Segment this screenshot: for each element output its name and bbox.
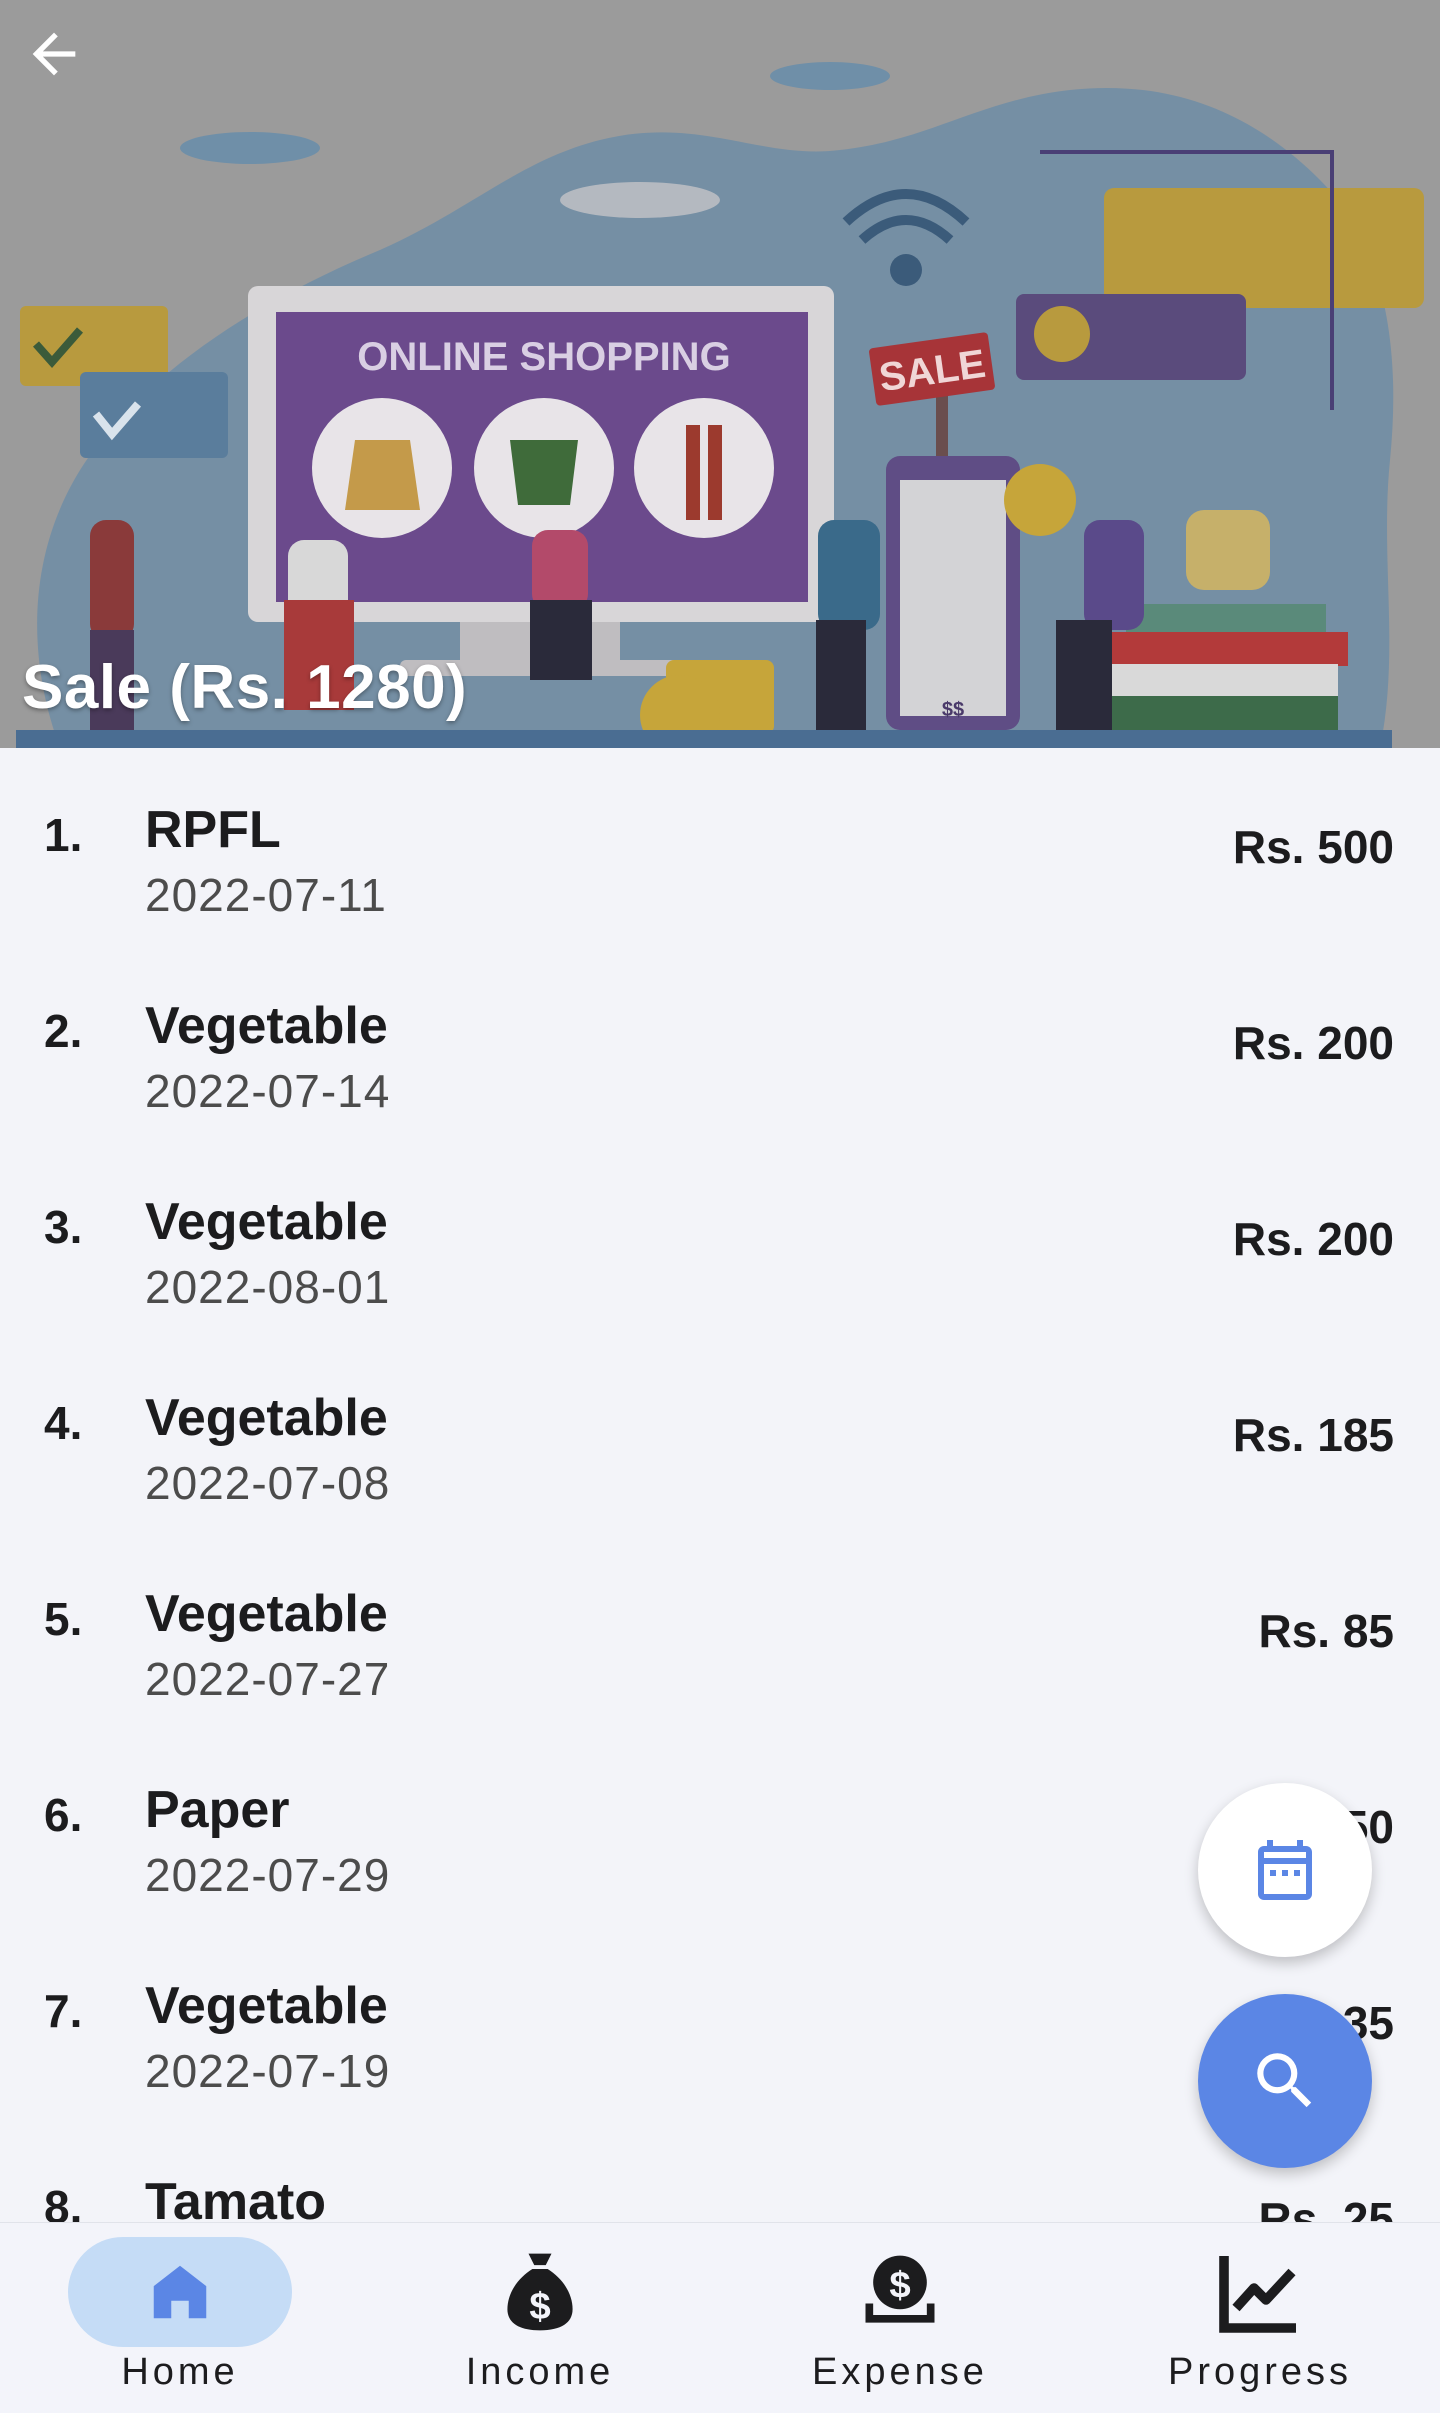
screen-caption: ONLINE SHOPPING <box>357 335 730 379</box>
list-item[interactable]: 5. Vegetable 2022-07-27 Rs. 85 <box>0 1532 1440 1728</box>
nav-item-expense[interactable]: $ Expense <box>720 2223 1080 2413</box>
item-amount: Rs. 200 <box>1232 1017 1394 1069</box>
svg-text:$: $ <box>529 2285 550 2328</box>
nav-active-indicator <box>68 2237 292 2347</box>
item-index: 5. <box>44 1593 83 1645</box>
item-index: 4. <box>44 1397 83 1449</box>
back-button[interactable] <box>22 22 102 94</box>
nav-label-expense: Expense <box>812 2351 988 2393</box>
page-title: Sale (Rs. 1280) <box>22 653 468 722</box>
item-name: Paper <box>145 1781 290 1839</box>
nav-item-progress[interactable]: Progress <box>1080 2223 1440 2413</box>
nav-label-progress: Progress <box>1167 2351 1353 2393</box>
calendar-icon <box>1258 1840 1312 1900</box>
list-item[interactable]: 2. Vegetable 2022-07-14 Rs. 200 <box>0 944 1440 1140</box>
list-item[interactable]: 1. RPFL 2022-07-11 Rs. 500 <box>0 748 1440 944</box>
search-button[interactable] <box>1198 1994 1372 2168</box>
list-item[interactable]: 3. Vegetable 2022-08-01 Rs. 200 <box>0 1140 1440 1336</box>
header-banner: ONLINE SHOPPING SALE $$ Sale (Rs. 1280) <box>0 0 1440 748</box>
item-index: 1. <box>44 809 83 861</box>
item-name: Vegetable <box>145 997 388 1055</box>
svg-text:$: $ <box>889 2264 910 2307</box>
nav-item-home[interactable]: Home <box>0 2223 360 2413</box>
item-date: 2022-07-14 <box>145 1065 391 1117</box>
item-amount: Rs. 200 <box>1232 1213 1394 1265</box>
item-index: 6. <box>44 1789 83 1841</box>
money-bag-icon: $ <box>507 2253 573 2331</box>
chart-line-icon <box>1219 2256 1296 2333</box>
home-icon <box>153 2265 207 2319</box>
item-name: RPFL <box>145 801 281 859</box>
phone-caption: $$ <box>942 699 964 721</box>
item-amount: Rs. 85 <box>1258 1605 1394 1657</box>
item-name: Vegetable <box>145 1585 388 1643</box>
item-date: 2022-07-08 <box>145 1457 391 1509</box>
item-date: 2022-08-01 <box>145 1261 391 1313</box>
item-date: 2022-07-19 <box>145 2045 391 2097</box>
item-date: 2022-07-11 <box>145 869 387 921</box>
item-index: 2. <box>44 1005 83 1057</box>
online-shopping-illustration: ONLINE SHOPPING SALE $$ <box>0 0 1440 748</box>
nav-label-home: Home <box>121 2351 239 2393</box>
search-icon <box>1257 2053 1312 2108</box>
calendar-button[interactable] <box>1198 1783 1372 1957</box>
item-date: 2022-07-29 <box>145 1849 391 1901</box>
item-name: Vegetable <box>145 1977 388 2035</box>
bottom-navigation: Home $ Income $ Expense Progress <box>0 2222 1440 2413</box>
dollar-tray-icon: $ <box>865 2255 935 2323</box>
item-amount: Rs. 500 <box>1232 821 1394 873</box>
item-index: 3. <box>44 1201 83 1253</box>
item-name: Vegetable <box>145 1193 388 1251</box>
item-amount: Rs. 185 <box>1232 1409 1394 1461</box>
item-name: Vegetable <box>145 1389 388 1447</box>
arrow-back-icon <box>32 32 76 76</box>
item-index: 7. <box>44 1985 83 2037</box>
list-item[interactable]: 4. Vegetable 2022-07-08 Rs. 185 <box>0 1336 1440 1532</box>
item-date: 2022-07-27 <box>145 1653 391 1705</box>
nav-label-income: Income <box>465 2351 615 2393</box>
nav-item-income[interactable]: $ Income <box>360 2223 720 2413</box>
